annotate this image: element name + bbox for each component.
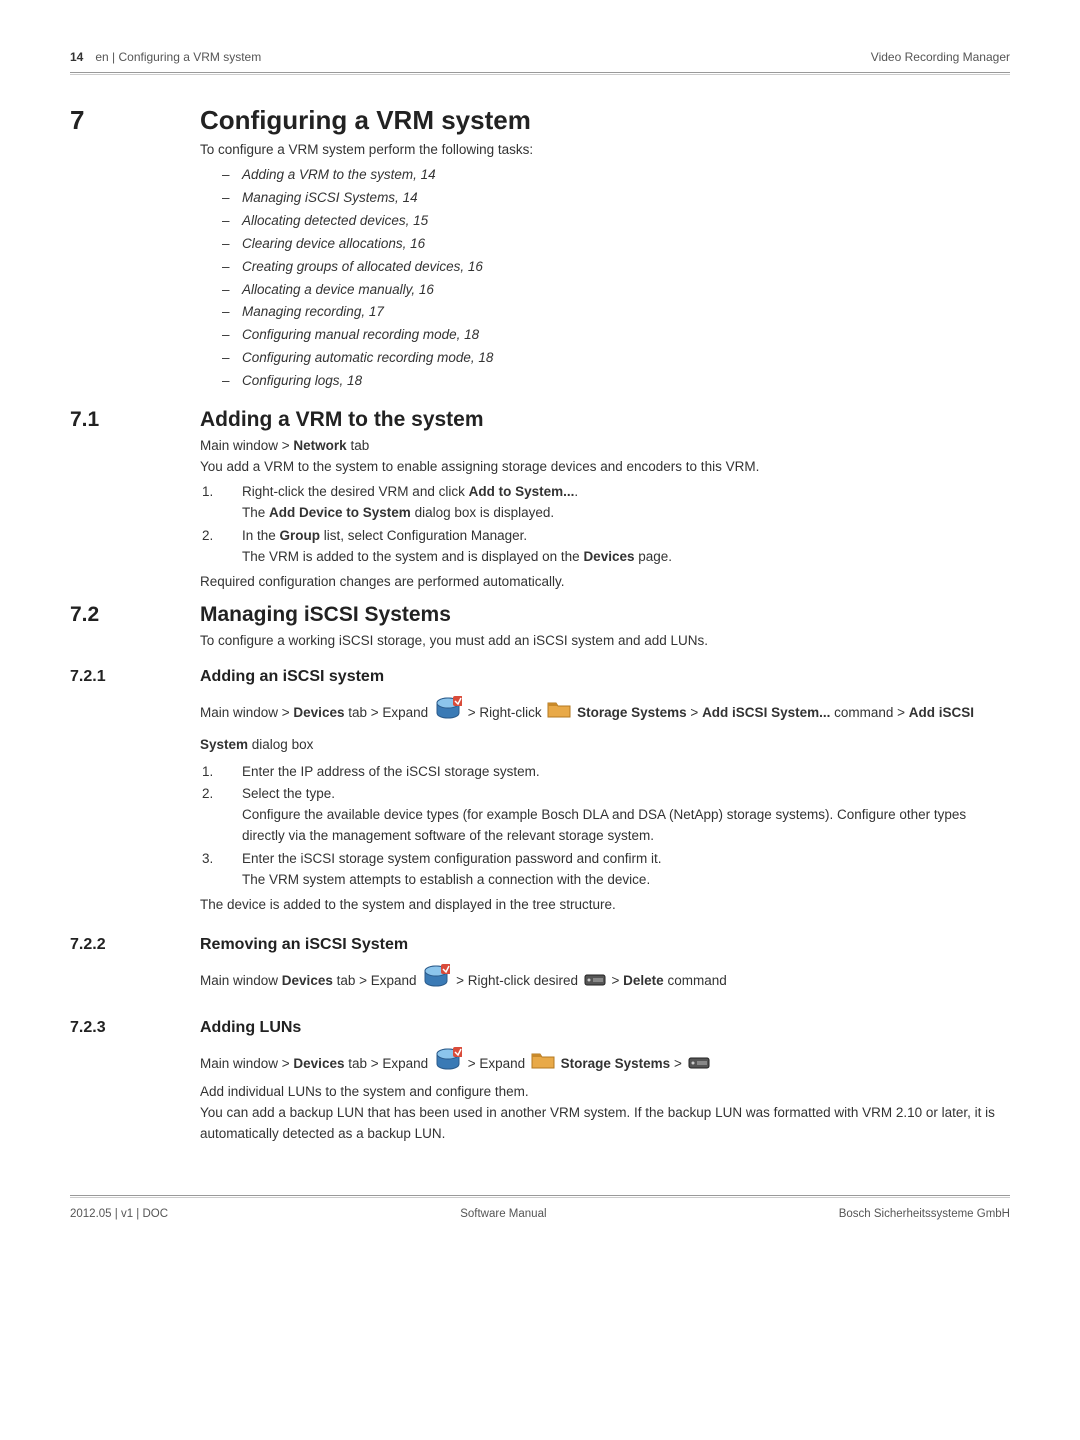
- page-header: 14 en | Configuring a VRM system Video R…: [70, 50, 1010, 73]
- subsection-number: 7.2.1: [70, 668, 200, 916]
- task-item: Managing iSCSI Systems, 14: [200, 188, 1010, 209]
- disk-stack-icon: [422, 964, 450, 999]
- chapter-number: 7: [70, 105, 200, 398]
- body-text: Required configuration changes are perfo…: [200, 572, 1010, 593]
- task-item: Clearing device allocations, 16: [200, 234, 1010, 255]
- task-item: Creating groups of allocated devices, 16: [200, 257, 1010, 278]
- task-item: Allocating a device manually, 16: [200, 280, 1010, 301]
- subsection-title: Adding LUNs: [200, 1019, 1010, 1037]
- section-number: 7.1: [70, 408, 200, 592]
- subsection-title: Removing an iSCSI System: [200, 936, 1010, 954]
- body-text: You can add a backup LUN that has been u…: [200, 1103, 1010, 1145]
- header-left-text: en | Configuring a VRM system: [95, 50, 261, 64]
- device-icon: [688, 1051, 710, 1078]
- disk-stack-icon: [434, 1047, 462, 1082]
- body-text: The device is added to the system and di…: [200, 895, 1010, 916]
- subsection-number: 7.2.3: [70, 1019, 200, 1145]
- page-number: 14: [70, 50, 83, 64]
- list-item: Enter the iSCSI storage system configura…: [200, 849, 1010, 891]
- subsection-number: 7.2.2: [70, 936, 200, 999]
- body-text: You add a VRM to the system to enable as…: [200, 457, 1010, 478]
- folder-icon: [531, 1050, 555, 1079]
- list-item: In the Group list, select Configuration …: [200, 526, 1010, 568]
- task-item: Configuring logs, 18: [200, 371, 1010, 392]
- body-text: Add individual LUNs to the system and co…: [200, 1082, 1010, 1103]
- section-title: Adding a VRM to the system: [200, 408, 1010, 432]
- nav-path: Main window Devices tab > Expand > Right…: [200, 964, 1010, 999]
- folder-icon: [547, 699, 571, 728]
- nav-path: Main window > Devices tab > Expand > Rig…: [200, 696, 1010, 758]
- list-item: Right-click the desired VRM and click Ad…: [200, 482, 1010, 524]
- footer-right: Bosch Sicherheitssysteme GmbH: [839, 1208, 1010, 1220]
- footer-left: 2012.05 | v1 | DOC: [70, 1208, 168, 1220]
- chapter-title: Configuring a VRM system: [200, 105, 1010, 136]
- task-list: Adding a VRM to the system, 14 Managing …: [200, 165, 1010, 392]
- header-right-text: Video Recording Manager: [871, 50, 1010, 64]
- device-icon: [584, 968, 606, 995]
- section-number: 7.2: [70, 603, 200, 652]
- footer-center: Software Manual: [460, 1208, 546, 1220]
- task-item: Allocating detected devices, 15: [200, 211, 1010, 232]
- subsection-title: Adding an iSCSI system: [200, 668, 1010, 686]
- body-text: To configure a working iSCSI storage, yo…: [200, 631, 1010, 652]
- chapter-intro: To configure a VRM system perform the fo…: [200, 140, 1010, 161]
- nav-path: Main window > Network tab: [200, 436, 1010, 457]
- section-title: Managing iSCSI Systems: [200, 603, 1010, 627]
- task-item: Configuring automatic recording mode, 18: [200, 348, 1010, 369]
- header-divider: [70, 74, 1010, 75]
- list-item: Enter the IP address of the iSCSI storag…: [200, 762, 1010, 783]
- disk-stack-icon: [434, 696, 462, 731]
- nav-path: Main window > Devices tab > Expand > Exp…: [200, 1047, 1010, 1082]
- list-item: Select the type. Configure the available…: [200, 784, 1010, 847]
- page-footer: 2012.05 | v1 | DOC Software Manual Bosch…: [70, 1195, 1010, 1220]
- task-item: Managing recording, 17: [200, 302, 1010, 323]
- task-item: Adding a VRM to the system, 14: [200, 165, 1010, 186]
- task-item: Configuring manual recording mode, 18: [200, 325, 1010, 346]
